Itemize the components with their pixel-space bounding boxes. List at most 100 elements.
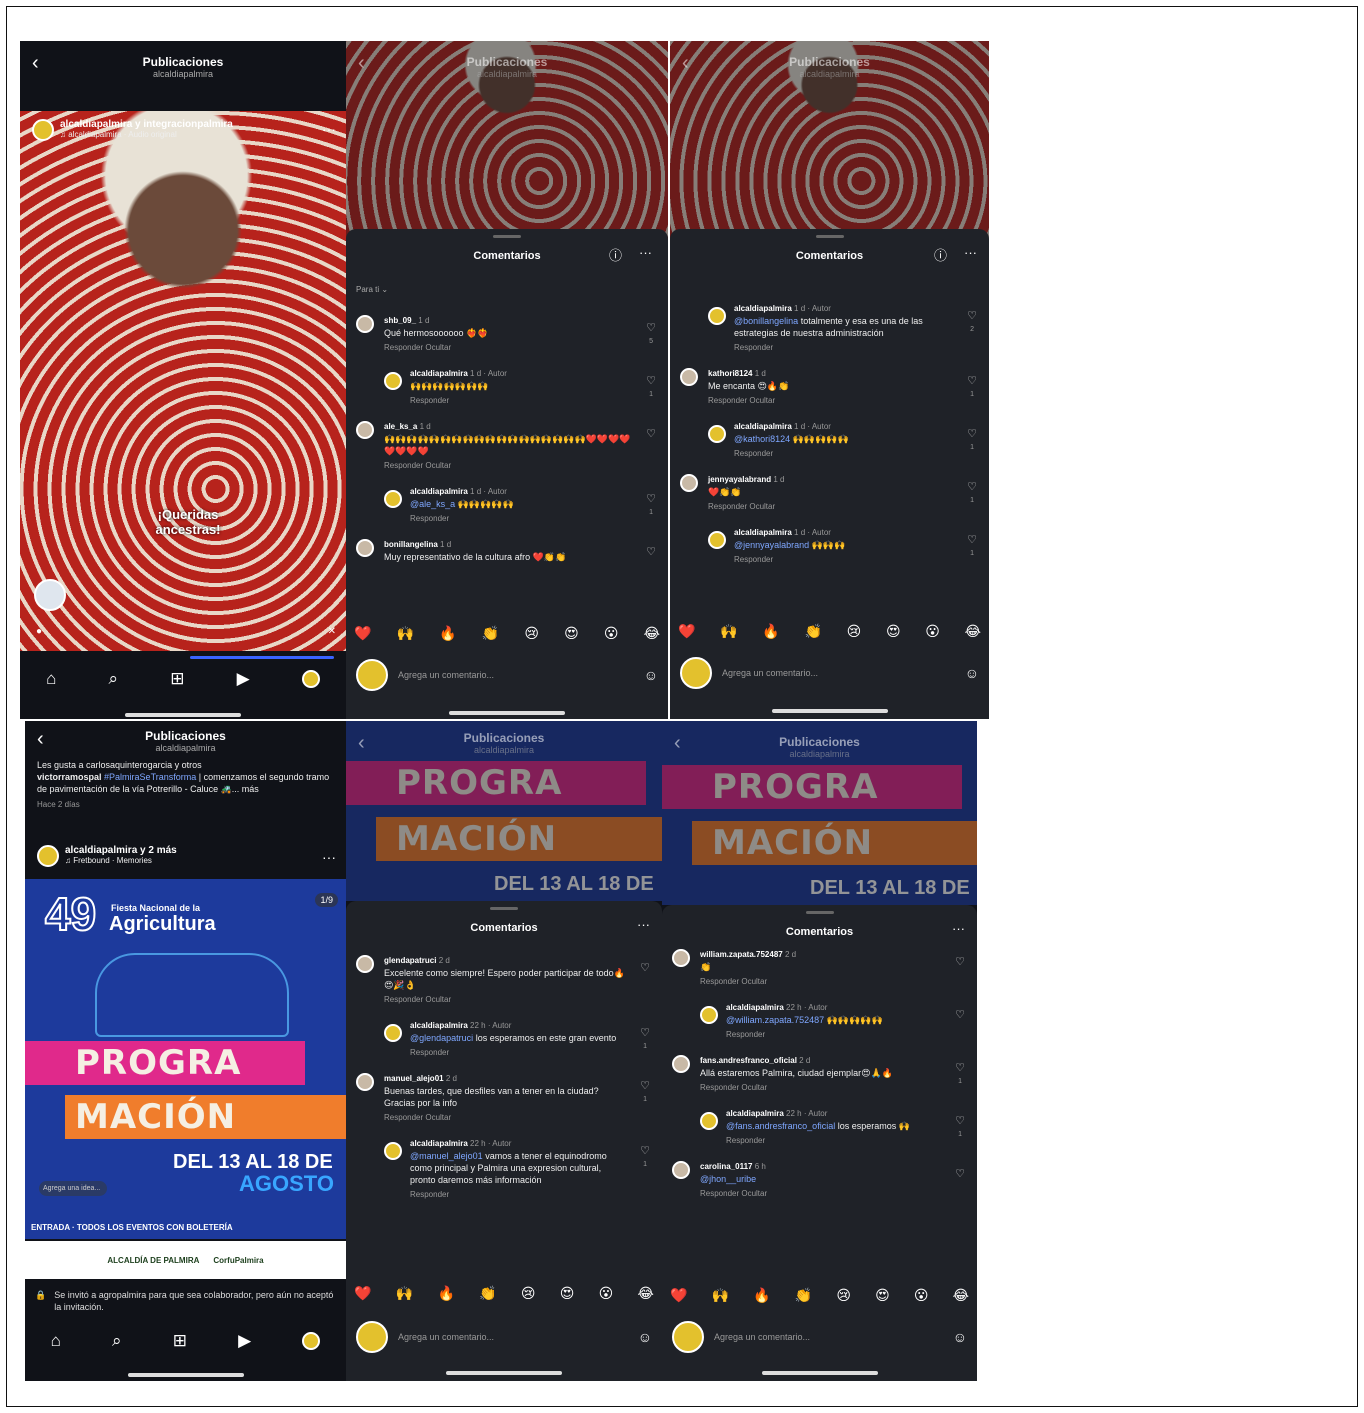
emoji-reaction-button[interactable]: 😂 xyxy=(644,625,660,647)
avatar[interactable] xyxy=(708,425,726,443)
drag-handle[interactable] xyxy=(805,911,834,914)
like-button[interactable]: ♡ 1 xyxy=(967,374,977,402)
emoji-reaction-button[interactable]: 😂 xyxy=(953,1287,969,1309)
like-button[interactable]: ♡ 2 xyxy=(967,309,977,337)
emoji-reaction-button[interactable]: ❤️ xyxy=(354,1285,371,1307)
like-button[interactable]: ♡ 1 xyxy=(640,1144,650,1172)
comment-mention[interactable]: @kathori8124 xyxy=(734,434,790,444)
create-icon[interactable]: ⊞ xyxy=(170,669,184,689)
back-icon[interactable]: ‹ xyxy=(358,733,365,753)
heart-icon[interactable]: ♡ xyxy=(646,546,656,558)
comment-actions[interactable]: Responder Ocultar xyxy=(700,976,943,988)
comment-actions[interactable]: Responder xyxy=(734,554,955,566)
comment-actions[interactable]: Responder Ocultar xyxy=(384,1112,628,1124)
heart-icon[interactable]: ♡ xyxy=(646,428,656,440)
tags-icon[interactable]: ● xyxy=(36,626,42,637)
post-audio[interactable]: ♫ Fretbound · Memories xyxy=(65,856,177,865)
emoji-reaction-button[interactable]: 😍 xyxy=(875,1287,890,1309)
home-icon[interactable]: ⌂ xyxy=(51,1331,61,1351)
comment-actions[interactable]: Responder xyxy=(410,513,634,525)
heart-icon[interactable]: ♡ xyxy=(646,493,656,505)
heart-icon[interactable]: ♡ xyxy=(646,375,656,387)
comment-username[interactable]: alcaldiapalmira xyxy=(410,1139,468,1148)
comment-mention[interactable]: @fans.andresfranco_oficial xyxy=(726,1121,835,1131)
emoji-reaction-button[interactable]: 😮 xyxy=(604,625,619,647)
like-button[interactable]: ♡ 1 xyxy=(955,1061,965,1089)
avatar[interactable] xyxy=(708,531,726,549)
avatar[interactable] xyxy=(672,1055,690,1073)
back-icon[interactable]: ‹ xyxy=(674,733,681,753)
emoji-reaction-button[interactable]: 🙌 xyxy=(396,1285,413,1307)
reel-video[interactable]: alcaldiapalmira y integracionpalmira ♫ a… xyxy=(20,111,346,651)
comment-username[interactable]: alcaldiapalmira xyxy=(734,528,792,537)
emoji-reaction-button[interactable]: 😍 xyxy=(564,625,579,647)
emoji-reaction-button[interactable]: 🙌 xyxy=(397,625,414,647)
reel-audio[interactable]: ♫ alcaldiapalmira · Audio original xyxy=(60,130,233,139)
heart-icon[interactable]: ♡ xyxy=(955,1168,965,1180)
comment-mention[interactable]: @ale_ks_a xyxy=(410,499,455,509)
avatar[interactable] xyxy=(356,421,374,439)
comment-username[interactable]: ale_ks_a xyxy=(384,422,417,431)
comment-input[interactable]: Agrega un comentario... xyxy=(714,1332,810,1342)
heart-icon[interactable]: ♡ xyxy=(955,956,965,968)
search-icon[interactable]: ⌕ xyxy=(112,1331,122,1351)
comment-mention[interactable]: @manuel_alejo01 xyxy=(410,1151,483,1161)
emoji-reaction-button[interactable]: 👏 xyxy=(795,1287,812,1309)
emoji-reaction-button[interactable]: 🔥 xyxy=(439,625,456,647)
post-users[interactable]: alcaldiapalmira y 2 más xyxy=(65,845,177,856)
comment-username[interactable]: kathori8124 xyxy=(708,369,752,378)
emoji-reaction-button[interactable]: 🔥 xyxy=(437,1285,454,1307)
like-button[interactable]: ♡ xyxy=(640,961,650,975)
heart-icon[interactable]: ♡ xyxy=(967,428,977,440)
idea-bubble[interactable]: Agrega una idea... xyxy=(39,1181,107,1196)
comment-actions[interactable]: Responder Ocultar xyxy=(384,342,634,354)
comment-mention[interactable]: @bonillangelina xyxy=(734,316,798,326)
avatar[interactable] xyxy=(672,949,690,967)
avatar[interactable] xyxy=(680,368,698,386)
sticker-icon[interactable]: ☺ xyxy=(953,1329,967,1345)
more-options-icon[interactable]: ··· xyxy=(952,921,965,936)
emoji-reaction-button[interactable]: ❤️ xyxy=(670,1287,687,1309)
reels-icon[interactable]: ▶ xyxy=(238,1331,251,1351)
more-options-icon[interactable]: ··· xyxy=(322,121,336,137)
comment-actions[interactable]: Responder xyxy=(726,1029,943,1041)
like-button[interactable]: ♡ xyxy=(955,1167,965,1181)
like-button[interactable]: ♡ xyxy=(646,545,656,559)
comment-input[interactable]: Agrega un comentario... xyxy=(722,668,818,678)
like-button[interactable]: ♡ 1 xyxy=(967,480,977,508)
comment-username[interactable]: alcaldiapalmira xyxy=(734,422,792,431)
drag-handle[interactable] xyxy=(490,907,518,910)
comment-actions[interactable]: Responder xyxy=(726,1135,943,1147)
more-options-icon[interactable]: ··· xyxy=(322,849,336,865)
reel-author[interactable]: alcaldiapalmira y integracionpalmira ♫ a… xyxy=(32,119,233,141)
profile-avatar[interactable] xyxy=(302,1332,321,1350)
emoji-reaction-button[interactable]: 😮 xyxy=(925,623,940,645)
emoji-reaction-button[interactable]: 😍 xyxy=(886,623,901,645)
heart-icon[interactable]: ♡ xyxy=(967,534,977,546)
like-button[interactable]: ♡ 1 xyxy=(640,1026,650,1054)
sort-dropdown[interactable]: Para ti ⌄ xyxy=(356,285,388,294)
post-author[interactable]: alcaldiapalmira y 2 más ♫ Fretbound · Me… xyxy=(37,845,177,867)
like-button[interactable]: ♡ 1 xyxy=(640,1079,650,1107)
reels-icon[interactable]: ▶ xyxy=(237,669,250,689)
emoji-reaction-button[interactable]: 🔥 xyxy=(762,623,779,645)
heart-icon[interactable]: ♡ xyxy=(640,1080,650,1092)
comment-username[interactable]: alcaldiapalmira xyxy=(410,369,468,378)
comment-mention[interactable]: @jennyayalabrand xyxy=(734,540,809,550)
more-options-icon[interactable]: ··· xyxy=(964,245,977,260)
drag-handle[interactable] xyxy=(815,235,844,238)
comment-mention[interactable]: @glendapatruci xyxy=(410,1033,473,1043)
heart-icon[interactable]: ♡ xyxy=(646,322,656,334)
comment-username[interactable]: manuel_alejo01 xyxy=(384,1074,444,1083)
emoji-reaction-button[interactable]: 😢 xyxy=(521,1285,536,1307)
emoji-reaction-button[interactable]: 👏 xyxy=(482,625,499,647)
emoji-reaction-button[interactable]: 😂 xyxy=(965,623,981,645)
emoji-reaction-button[interactable]: 😢 xyxy=(524,625,539,647)
avatar[interactable] xyxy=(32,119,54,141)
emoji-reaction-button[interactable]: 😮 xyxy=(914,1287,929,1309)
like-button[interactable]: ♡ xyxy=(646,427,656,441)
like-button[interactable]: ♡ 1 xyxy=(967,533,977,561)
heart-icon[interactable]: ♡ xyxy=(967,481,977,493)
info-icon[interactable]: ⓘ xyxy=(934,245,947,264)
comment-input[interactable]: Agrega un comentario... xyxy=(398,670,494,680)
